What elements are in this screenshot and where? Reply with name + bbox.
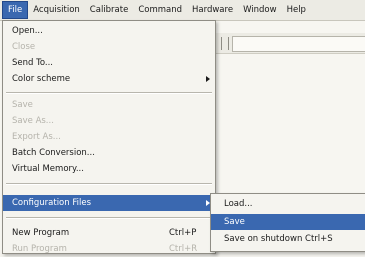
toolbar-field[interactable] <box>232 36 365 52</box>
menu-separator <box>6 217 212 219</box>
menu-item-save[interactable]: Save <box>3 97 215 113</box>
menu-item-close[interactable]: Close <box>3 39 215 55</box>
menu-item-label: Load... <box>224 199 253 209</box>
menu-item-shortcut: Ctrl+R <box>169 244 198 254</box>
menu-item-shortcut: Ctrl+P <box>169 228 197 238</box>
menu-item-save-as[interactable]: Save As... <box>3 113 215 129</box>
menu-hardware[interactable]: Hardware <box>187 1 238 19</box>
menu-item-label: Configuration Files <box>12 198 91 208</box>
menu-acquisition[interactable]: Acquisition <box>28 1 85 19</box>
menu-item-label: Save <box>12 100 33 110</box>
menu-item-virtual-memory[interactable]: Virtual Memory... <box>3 161 215 177</box>
menu-item-send-to[interactable]: Send To... <box>3 55 215 71</box>
submenu-item-save[interactable]: Save <box>211 214 365 230</box>
configuration-files-submenu: Load... Save Save on shutdown Ctrl+S <box>210 193 365 252</box>
menu-item-open[interactable]: Open... <box>3 23 215 39</box>
menu-item-color-scheme[interactable]: Color scheme <box>3 71 215 87</box>
menu-item-label: Virtual Memory... <box>12 164 84 174</box>
menu-calibrate[interactable]: Calibrate <box>85 1 134 19</box>
menu-item-label: Close <box>12 42 36 52</box>
submenu-item-save-on-shutdown[interactable]: Save on shutdown Ctrl+S <box>211 231 365 247</box>
menu-window[interactable]: Window <box>238 1 282 19</box>
menu-command[interactable]: Command <box>133 1 187 19</box>
menu-item-batch-conversion[interactable]: Batch Conversion... <box>3 145 215 161</box>
menu-separator <box>6 183 212 185</box>
menu-item-label: Save <box>224 217 245 227</box>
menu-item-label: New Program <box>12 228 70 238</box>
menu-item-label: Open... <box>12 26 43 36</box>
menu-item-label: Save on shutdown Ctrl+S <box>224 234 333 244</box>
toolbar-separator <box>221 37 222 50</box>
menu-bar: File Acquisition Calibrate Command Hardw… <box>0 0 365 21</box>
toolbar-separator <box>228 37 229 50</box>
menu-item-label: Batch Conversion... <box>12 148 95 158</box>
submenu-item-load[interactable]: Load... <box>211 196 365 212</box>
menu-item-export-as[interactable]: Export As... <box>3 129 215 145</box>
menu-file[interactable]: File <box>2 1 29 19</box>
menu-item-configuration-files[interactable]: Configuration Files <box>3 195 215 211</box>
menu-item-label: Color scheme <box>12 74 71 84</box>
menu-item-label: Save As... <box>12 116 54 126</box>
file-menu-dropdown: Open... Close Send To... Color scheme Sa… <box>2 20 216 254</box>
menu-separator <box>6 92 212 94</box>
menu-help[interactable]: Help <box>282 1 311 19</box>
menu-item-label: Send To... <box>12 58 54 68</box>
menu-item-label: Run Program <box>12 244 67 254</box>
menu-item-run-program[interactable]: Run Program Ctrl+R <box>3 241 215 257</box>
submenu-arrow-icon <box>206 76 210 82</box>
menu-item-label: Export As... <box>12 132 61 142</box>
menu-item-new-program[interactable]: New Program Ctrl+P <box>3 225 215 241</box>
